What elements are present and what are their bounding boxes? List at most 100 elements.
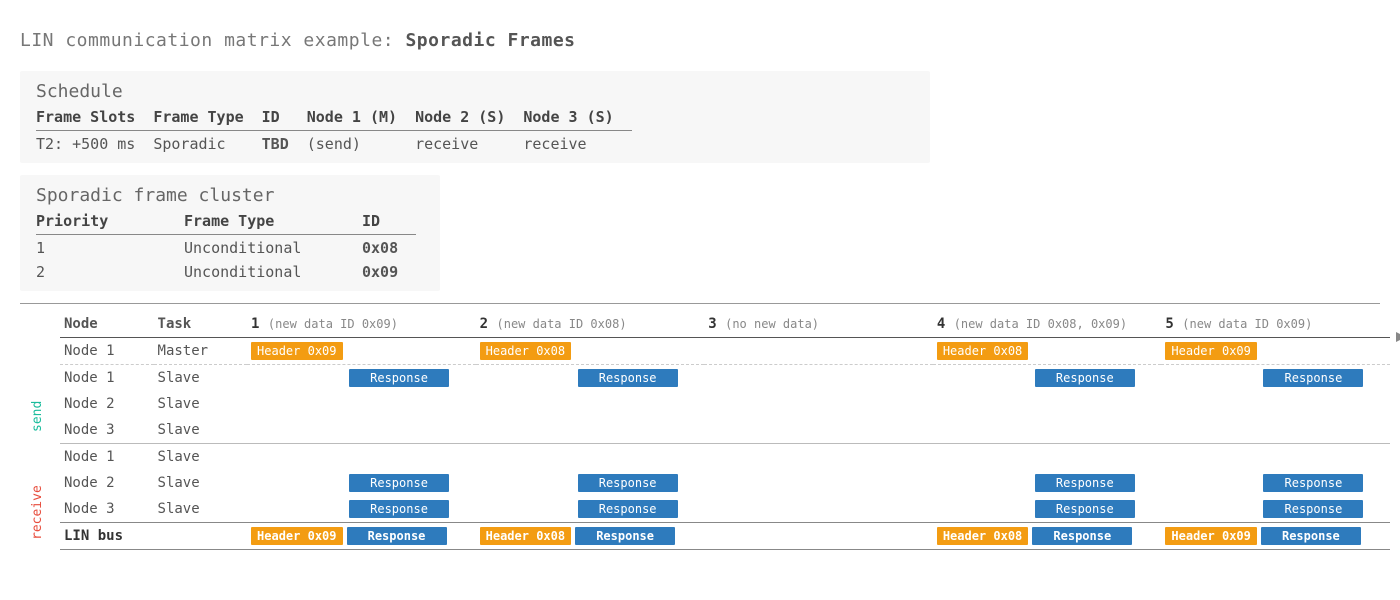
cell-id: 0x08 [362, 235, 416, 260]
cell-slot [1161, 444, 1390, 471]
response-box: Response [1035, 474, 1135, 492]
cell-node: Node 1 [60, 365, 154, 392]
cell-id: TBD [262, 131, 307, 156]
cell-slot [476, 391, 705, 417]
schedule-h0: Frame Slots [36, 106, 153, 131]
cell-slot: Header 0x08 [933, 338, 1162, 365]
slot-head: 4 (new data ID 0x08, 0x09) [933, 314, 1162, 338]
cell-node: Node 3 [60, 496, 154, 523]
cell-slot [704, 444, 933, 471]
response-box: Response [578, 369, 678, 387]
cell-task: Slave [154, 365, 248, 392]
response-box: Response [578, 474, 678, 492]
cell-node: Node 2 [60, 391, 154, 417]
cluster-h0: Priority [36, 210, 184, 235]
schedule-row: T2: +500 ms Sporadic TBD (send) receive … [36, 131, 632, 156]
cell-slot: Response [476, 365, 705, 392]
cell-slot [933, 444, 1162, 471]
diagram-row: Node 3 Slave [60, 417, 1390, 444]
cell-slot [247, 391, 476, 417]
header-box: Header 0x08 [937, 342, 1028, 360]
cell-node: Node 1 [60, 444, 154, 471]
cell-task: Slave [154, 496, 248, 523]
cell-slot: Response [476, 470, 705, 496]
cell-n2: receive [415, 131, 523, 156]
cell-slot: Response [247, 496, 476, 523]
cell-slot [476, 444, 705, 471]
cluster-h1: Frame Type [184, 210, 362, 235]
cluster-row: 2 Unconditional 0x09 [36, 259, 416, 283]
cell-slot: Header 0x09 [1161, 338, 1390, 365]
schedule-h4: Node 2 (S) [415, 106, 523, 131]
cell-slot [1161, 391, 1390, 417]
diagram-row: Node 2 Slave [60, 391, 1390, 417]
response-box: Response [1263, 500, 1363, 518]
receive-label: receive [30, 476, 45, 550]
cluster-panel: Sporadic frame cluster Priority Frame Ty… [20, 175, 440, 291]
cell-slot [476, 417, 705, 444]
cell-slot [247, 444, 476, 471]
send-label: send [30, 386, 45, 446]
slot-head: 1 (new data ID 0x09) [247, 314, 476, 338]
response-box: Response [1035, 500, 1135, 518]
header-box: Header 0x09 [1165, 342, 1256, 360]
cell-task: Slave [154, 444, 248, 471]
header-box: Header 0x09 [251, 342, 342, 360]
col-task: Task [154, 314, 248, 338]
cell-slot [704, 338, 933, 365]
cell-slot [1161, 417, 1390, 444]
cell-task: Slave [154, 417, 248, 444]
cell-slot: Header 0x09Response [247, 523, 476, 550]
cell-slot: Header 0x08Response [476, 523, 705, 550]
response-box: Response [349, 369, 449, 387]
title-bold: Sporadic Frames [405, 30, 575, 51]
schedule-h2: ID [262, 106, 307, 131]
col-node: Node [60, 314, 154, 338]
timing-diagram: send receive Node Task 1 (new data ID 0x… [60, 314, 1390, 550]
cell-slot: Response [247, 470, 476, 496]
diagram-row: Node 1 SlaveResponseResponseResponseResp… [60, 365, 1390, 392]
cell-slot: T2: +500 ms [36, 131, 153, 156]
schedule-h1: Frame Type [153, 106, 261, 131]
cell-slot: Response [933, 365, 1162, 392]
header-box: Header 0x08 [937, 527, 1028, 545]
response-box: Response [347, 527, 447, 545]
title-prefix: LIN communication matrix example: [20, 30, 394, 51]
bus-label: LIN bus [60, 523, 247, 550]
diagram-row: Node 3 SlaveResponseResponseResponseResp… [60, 496, 1390, 523]
cell-slot [704, 417, 933, 444]
header-box: Header 0x08 [480, 527, 571, 545]
response-box: Response [1261, 527, 1361, 545]
diagram-row: Node 1 MasterHeader 0x09Header 0x08Heade… [60, 338, 1390, 365]
diagram-row: Node 2 SlaveResponseResponseResponseResp… [60, 470, 1390, 496]
response-box: Response [349, 474, 449, 492]
diagram-grid: Node Task 1 (new data ID 0x09) 2 (new da… [60, 314, 1390, 550]
schedule-h5: Node 3 (S) [523, 106, 631, 131]
cell-slot [704, 391, 933, 417]
cell-n3: receive [523, 131, 631, 156]
cell-slot: Response [1161, 365, 1390, 392]
schedule-panel: Schedule Frame Slots Frame Type ID Node … [20, 71, 930, 163]
cell-task: Slave [154, 470, 248, 496]
header-box: Header 0x08 [480, 342, 571, 360]
cell-slot: Response [933, 496, 1162, 523]
cluster-h2: ID [362, 210, 416, 235]
response-box: Response [1032, 527, 1132, 545]
cell-prio: 1 [36, 235, 184, 260]
time-arrow-icon [1396, 332, 1400, 342]
section-divider [20, 303, 1380, 304]
cluster-heading: Sporadic frame cluster [36, 185, 424, 206]
schedule-table: Frame Slots Frame Type ID Node 1 (M) Nod… [36, 106, 632, 155]
diagram-row: Node 1 Slave [60, 444, 1390, 471]
cell-slot: Header 0x08 [476, 338, 705, 365]
cell-slot: Header 0x09 [247, 338, 476, 365]
cell-slot [933, 391, 1162, 417]
slot-head: 2 (new data ID 0x08) [476, 314, 705, 338]
cell-slot [704, 470, 933, 496]
cell-node: Node 3 [60, 417, 154, 444]
cell-slot: Response [1161, 470, 1390, 496]
cell-prio: 2 [36, 259, 184, 283]
cell-slot: Response [933, 470, 1162, 496]
response-box: Response [575, 527, 675, 545]
schedule-h3: Node 1 (M) [307, 106, 415, 131]
